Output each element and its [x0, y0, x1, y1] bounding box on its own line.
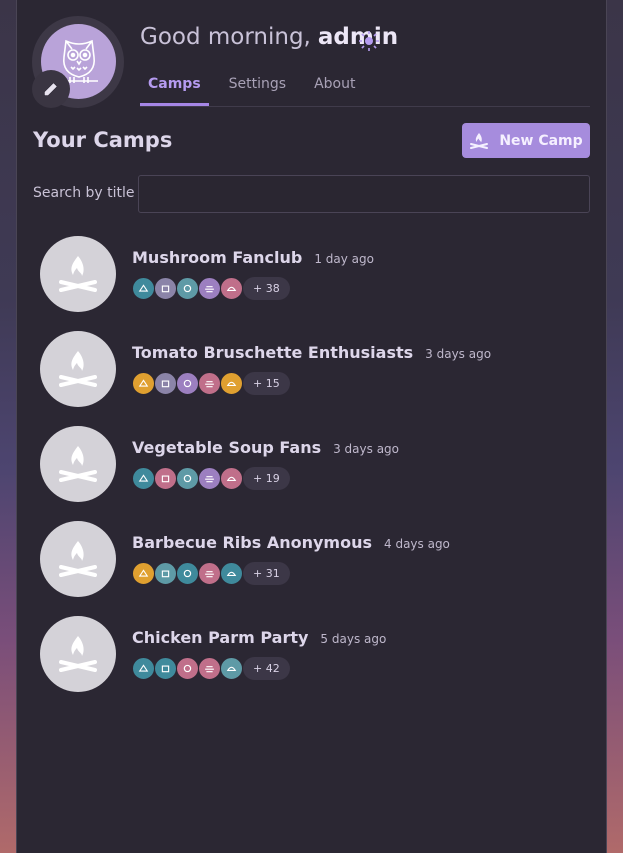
edit-avatar-button[interactable] [32, 70, 70, 108]
camp-timestamp: 3 days ago [333, 442, 400, 456]
camp-image [40, 521, 116, 597]
member-count-badge: + 42 [243, 657, 290, 680]
camp-timestamp: 1 day ago [314, 252, 374, 266]
member-avatar [132, 372, 155, 395]
camp-item[interactable]: Chicken Parm Party 5 days ago + 42 [40, 616, 580, 692]
member-avatar [154, 467, 177, 490]
camp-title-text: Barbecue Ribs Anonymous [132, 533, 372, 552]
member-avatar [198, 467, 221, 490]
search-input[interactable] [138, 175, 590, 213]
camp-timestamp: 3 days ago [425, 347, 492, 361]
camp-title: Chicken Parm Party 5 days ago [132, 628, 386, 647]
camp-timestamp: 5 days ago [320, 632, 387, 646]
pencil-icon [44, 83, 57, 96]
member-avatar [176, 372, 199, 395]
member-avatar [220, 277, 243, 300]
member-avatar [176, 562, 199, 585]
camp-title: Barbecue Ribs Anonymous 4 days ago [132, 533, 450, 552]
nav-tabs: Camps Settings About [140, 70, 376, 106]
camp-members: + 31 [132, 562, 290, 585]
member-avatar [198, 277, 221, 300]
search-label: Search by title [33, 185, 135, 201]
camp-members: + 19 [132, 467, 290, 490]
camp-title: Vegetable Soup Fans 3 days ago [132, 438, 399, 457]
member-avatar [198, 657, 221, 680]
camp-title: Mushroom Fanclub 1 day ago [132, 248, 374, 267]
member-avatar [220, 657, 243, 680]
camp-image [40, 426, 116, 502]
member-avatar [132, 657, 155, 680]
camp-title-text: Mushroom Fanclub [132, 248, 303, 267]
campfire-icon [59, 256, 97, 292]
page-title: Your Camps [33, 128, 173, 152]
camp-timestamp: 4 days ago [384, 537, 450, 551]
campfire-icon [59, 636, 97, 672]
greeting-text: Good morning, [140, 24, 311, 50]
campfire-icon [59, 541, 97, 577]
campfire-icon [59, 446, 97, 482]
member-count-badge: + 38 [243, 277, 290, 300]
camp-image [40, 236, 116, 312]
member-count-badge: + 19 [243, 467, 290, 490]
camp-title: Tomato Bruschette Enthusiasts 3 days ago [132, 343, 491, 362]
camp-image [40, 331, 116, 407]
member-avatar [132, 277, 155, 300]
member-avatar [198, 562, 221, 585]
new-camp-label: New Camp [499, 132, 583, 149]
tab-camps[interactable]: Camps [140, 70, 209, 106]
member-count-badge: + 31 [243, 562, 290, 585]
camp-members: + 38 [132, 277, 290, 300]
camp-members: + 15 [132, 372, 290, 395]
camp-item[interactable]: Vegetable Soup Fans 3 days ago + 19 [40, 426, 580, 502]
new-camp-button[interactable]: New Camp [462, 123, 590, 158]
tab-settings[interactable]: Settings [221, 70, 294, 106]
camp-image [40, 616, 116, 692]
member-avatar [154, 277, 177, 300]
camp-title-text: Vegetable Soup Fans [132, 438, 322, 457]
camp-title-text: Tomato Bruschette Enthusiasts [132, 343, 414, 362]
member-avatar [220, 562, 243, 585]
member-avatar [198, 372, 221, 395]
member-avatar [132, 562, 155, 585]
member-avatar [176, 467, 199, 490]
sun-icon[interactable] [358, 30, 380, 52]
campfire-icon [470, 132, 489, 149]
member-avatar [154, 657, 177, 680]
camp-item[interactable]: Barbecue Ribs Anonymous 4 days ago + 31 [40, 521, 580, 597]
tabs-divider [140, 106, 590, 107]
member-avatar [176, 277, 199, 300]
member-count-badge: + 15 [243, 372, 290, 395]
camp-title-text: Chicken Parm Party [132, 628, 309, 647]
member-avatar [154, 562, 177, 585]
camp-members: + 42 [132, 657, 290, 680]
member-avatar [220, 467, 243, 490]
campfire-icon [59, 351, 97, 387]
member-avatar [132, 467, 155, 490]
member-avatar [154, 372, 177, 395]
member-avatar [176, 657, 199, 680]
tab-about[interactable]: About [306, 70, 363, 106]
camp-item[interactable]: Tomato Bruschette Enthusiasts 3 days ago +… [40, 331, 580, 407]
member-avatar [220, 372, 243, 395]
camp-item[interactable]: Mushroom Fanclub 1 day ago + 38 [40, 236, 580, 312]
